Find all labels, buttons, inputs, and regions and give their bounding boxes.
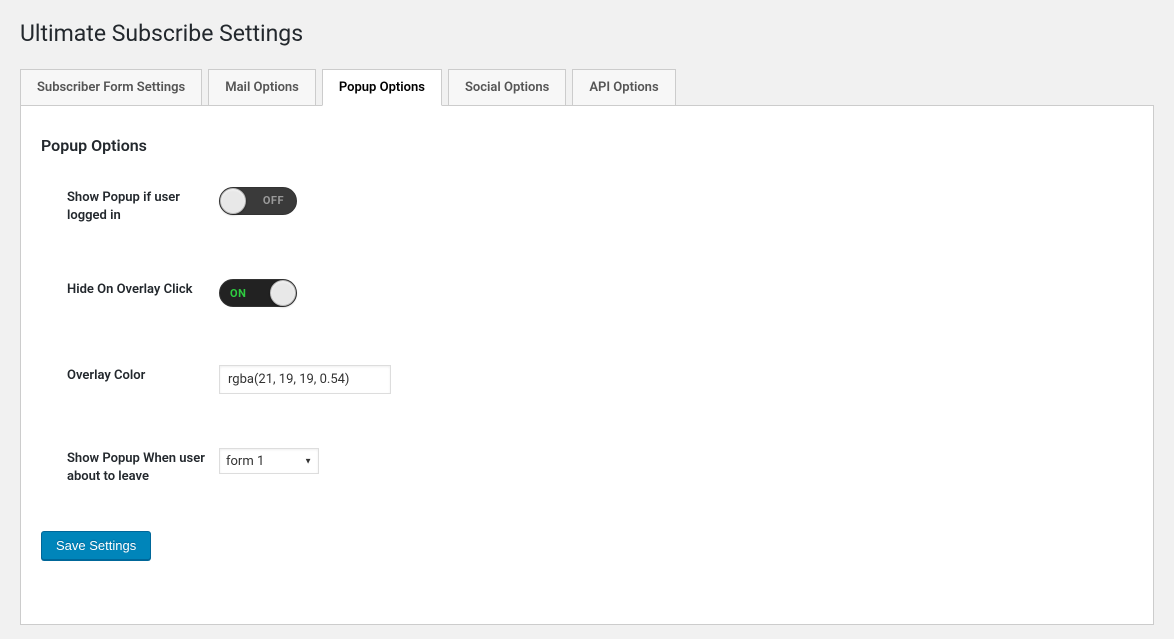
row-show-popup-logged-in: Show Popup if user logged in OFF	[41, 187, 1133, 225]
tab-social-options[interactable]: Social Options	[448, 69, 566, 106]
row-show-popup-on-leave: Show Popup When user about to leave form…	[41, 448, 1133, 486]
tab-bar: Subscriber Form Settings Mail Options Po…	[20, 69, 1154, 106]
show-popup-on-leave-select[interactable]: form 1	[219, 448, 319, 474]
tab-mail-options[interactable]: Mail Options	[208, 69, 316, 106]
page-title: Ultimate Subscribe Settings	[20, 10, 1154, 69]
label-hide-on-overlay-click: Hide On Overlay Click	[67, 279, 219, 299]
toggle-text-off: OFF	[263, 194, 284, 207]
tab-popup-options[interactable]: Popup Options	[322, 69, 442, 106]
tab-api-options[interactable]: API Options	[572, 69, 675, 106]
row-overlay-color: Overlay Color	[41, 365, 1133, 394]
toggle-show-popup-logged-in[interactable]: OFF	[219, 187, 297, 215]
toggle-text-on: ON	[230, 287, 246, 300]
section-title: Popup Options	[41, 136, 1133, 155]
tab-subscriber-form-settings[interactable]: Subscriber Form Settings	[20, 69, 202, 106]
toggle-hide-on-overlay-click[interactable]: ON	[219, 279, 297, 307]
toggle-knob-icon	[270, 280, 296, 306]
toggle-knob-icon	[220, 188, 246, 214]
label-overlay-color: Overlay Color	[67, 365, 219, 385]
label-show-popup-logged-in: Show Popup if user logged in	[67, 187, 219, 225]
overlay-color-input[interactable]	[219, 365, 391, 394]
label-show-popup-on-leave: Show Popup When user about to leave	[67, 448, 219, 486]
row-hide-on-overlay-click: Hide On Overlay Click ON	[41, 279, 1133, 311]
settings-panel: Popup Options Show Popup if user logged …	[20, 105, 1154, 625]
save-settings-button[interactable]: Save Settings	[41, 531, 151, 560]
